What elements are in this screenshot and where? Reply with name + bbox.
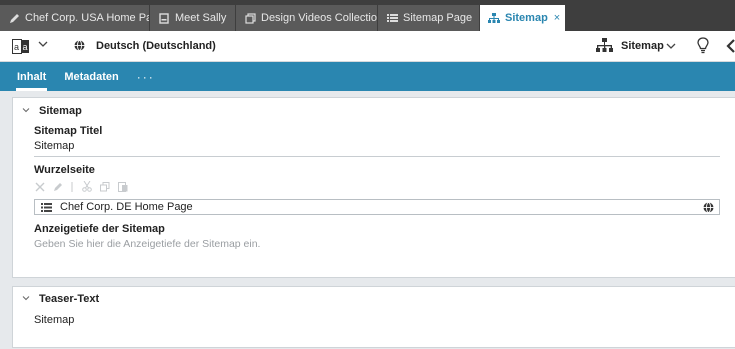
pencil-icon <box>8 12 20 24</box>
tab-label: Chef Corp. USA Home Pa... <box>25 12 150 24</box>
copy-icon <box>99 181 110 192</box>
tab-sitemap[interactable]: Sitemap × <box>480 5 566 31</box>
separator <box>70 181 74 192</box>
edit-icon <box>52 181 63 192</box>
tab-inhalt[interactable]: Inhalt <box>8 62 55 91</box>
sitemap-title-field: Sitemap Titel Sitemap <box>13 125 735 157</box>
tab-metadaten[interactable]: Metadaten <box>55 62 127 91</box>
list-icon <box>41 202 52 212</box>
field-label: Sitemap Titel <box>34 125 103 137</box>
language-label[interactable]: Deutsch (Deutschland) <box>96 40 216 52</box>
chevron-down-icon <box>22 294 30 304</box>
paste-icon <box>117 181 128 192</box>
tab-label: Meet Sally <box>175 12 227 24</box>
field-label: Anzeigetiefe der Sitemap <box>34 223 165 235</box>
root-page-field: Wurzelseite Chef Corp. DE Home Page <box>13 164 735 215</box>
collapse-left-icon[interactable] <box>726 39 735 56</box>
teaser-text-field: Sitemap <box>13 314 735 326</box>
depth-field: Anzeigetiefe der Sitemap Geben Sie hier … <box>13 223 735 250</box>
sitemap-title-input[interactable]: Sitemap <box>34 140 720 157</box>
panel-title: Teaser-Text <box>39 293 100 305</box>
chevron-down-icon[interactable] <box>666 41 676 54</box>
sitemap-icon <box>596 38 613 57</box>
svg-text:a: a <box>23 42 28 52</box>
tab-design-videos-collection[interactable]: Design Videos Collection <box>236 5 378 31</box>
link-actions <box>34 181 720 192</box>
tab-label: Sitemap Page <box>403 12 473 24</box>
tab-label: Sitemap <box>505 12 548 24</box>
globe-icon <box>703 202 714 216</box>
teaser-panel-header[interactable]: Teaser-Text <box>13 288 735 310</box>
panel-title: Sitemap <box>39 105 82 117</box>
close-icon[interactable]: × <box>554 12 560 24</box>
chevron-down-icon[interactable] <box>38 39 48 52</box>
depth-input[interactable]: Geben Sie hier die Anzeigetiefe der Site… <box>34 238 720 250</box>
teaser-text-panel: Teaser-Text Sitemap <box>12 286 735 348</box>
lightbulb-icon[interactable] <box>697 37 709 57</box>
sitemap-panel: Sitemap Sitemap Titel Sitemap Wurzelseit… <box>12 97 735 278</box>
svg-text:a: a <box>14 42 19 52</box>
chevron-down-icon <box>22 106 30 116</box>
tab-label: Design Videos Collection <box>261 12 378 24</box>
tab-sitemap-page[interactable]: Sitemap Page <box>378 5 480 31</box>
tab-meet-sally[interactable]: Meet Sally <box>150 5 236 31</box>
collection-icon <box>244 12 256 24</box>
more-tabs-button[interactable]: ··· <box>128 62 164 91</box>
teaser-text-editor[interactable]: Sitemap <box>34 314 720 326</box>
globe-icon <box>74 40 85 54</box>
remove-icon <box>34 181 45 192</box>
form-tabs: Inhalt Metadaten ··· <box>0 62 735 91</box>
root-page-link[interactable]: Chef Corp. DE Home Page <box>34 199 720 215</box>
list-icon <box>386 12 398 24</box>
sitemap-panel-header[interactable]: Sitemap <box>13 100 735 122</box>
cut-icon <box>81 181 92 192</box>
translate-icon[interactable]: aa <box>12 39 29 54</box>
editor-toolbar: aa Deutsch (Deutschland) Sitemap <box>0 31 735 62</box>
sitemap-icon <box>488 12 500 24</box>
page-icon <box>158 12 170 24</box>
root-page-name: Chef Corp. DE Home Page <box>60 201 193 213</box>
field-label: Wurzelseite <box>34 164 95 176</box>
view-selector-label[interactable]: Sitemap <box>621 40 664 52</box>
document-tab-bar: Chef Corp. USA Home Pa... Meet Sally Des… <box>0 0 735 31</box>
tab-chef-corp-usa-home[interactable]: Chef Corp. USA Home Pa... <box>0 5 150 31</box>
